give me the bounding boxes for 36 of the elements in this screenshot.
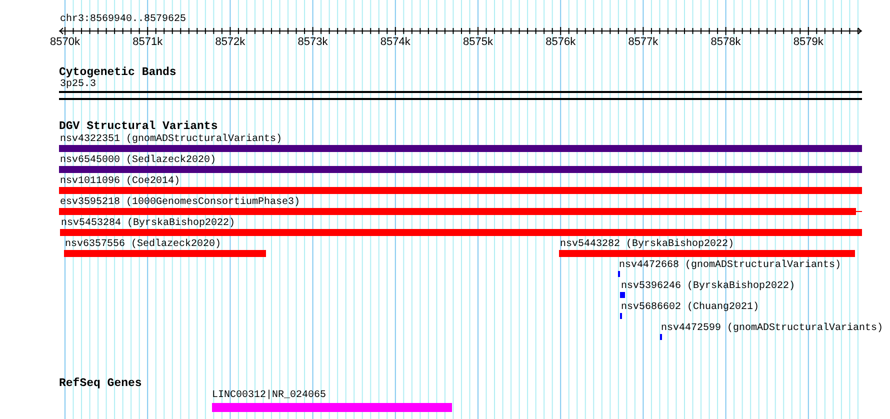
feature-label[interactable]: nsv5443282 (ByrskaBishop2022) [560,239,734,251]
ruler-tick-label: 8574k [380,36,410,48]
feature-label[interactable]: esv3595218 (1000GenomesConsortiumPhase3) [60,197,300,209]
variant-bar[interactable] [60,229,862,236]
track-title: RefSeq Genes [59,378,142,390]
ruler-tick-label: 8571k [132,36,163,48]
track-title: Cytogenetic Bands [59,67,176,79]
ruler-tick-label: 8572k [215,36,246,48]
ruler-tick-label: 8573k [298,36,328,48]
feature-label[interactable]: nsv4322351 (gnomADStructuralVariants) [60,134,282,146]
ruler-tick-label: 8576k [546,36,576,48]
feature-label[interactable]: nsv4472668 (gnomADStructuralVariants) [619,260,842,272]
variant-bar[interactable] [64,250,266,257]
variant-bar[interactable] [59,166,862,173]
feature-label[interactable]: nsv1011096 (Coe2014) [60,176,180,188]
variant-bar[interactable] [59,208,856,215]
variant-bar[interactable] [59,145,862,152]
band-label: 3p25.3 [59,79,96,91]
feature-label[interactable]: nsv6357556 (Sedlazeck2020) [65,239,222,251]
ruler-tick-label: 8579k [793,36,824,48]
variant-bar[interactable] [59,187,862,194]
feature-label[interactable]: nsv5453284 (ByrskaBishop2022) [61,218,236,230]
ruler-tick-label: 8570k [50,36,80,48]
feature-label[interactable]: nsv5396246 (ByrskaBishop2022) [621,281,796,293]
feature-label[interactable]: nsv4472599 (gnomADStructuralVariants) [661,323,884,335]
variant-bar[interactable] [559,250,855,257]
feature-label[interactable]: nsv6545000 (Sedlazeck2020) [60,155,216,167]
ruler-tick-label: 8578k [710,36,741,48]
ruler-tick-label: 8577k [628,36,658,48]
feature-label[interactable]: nsv5686602 (Chuang2021) [621,302,760,314]
ruler-tick-label: 8575k [463,36,493,48]
track-title: DGV Structural Variants [59,121,218,133]
location-label: chr3:8569940..8579625 [59,14,186,26]
gene-label[interactable]: LINC00312|NR_024065 [212,390,326,402]
gene-bar[interactable] [212,403,452,412]
variant-bar[interactable] [620,292,625,298]
